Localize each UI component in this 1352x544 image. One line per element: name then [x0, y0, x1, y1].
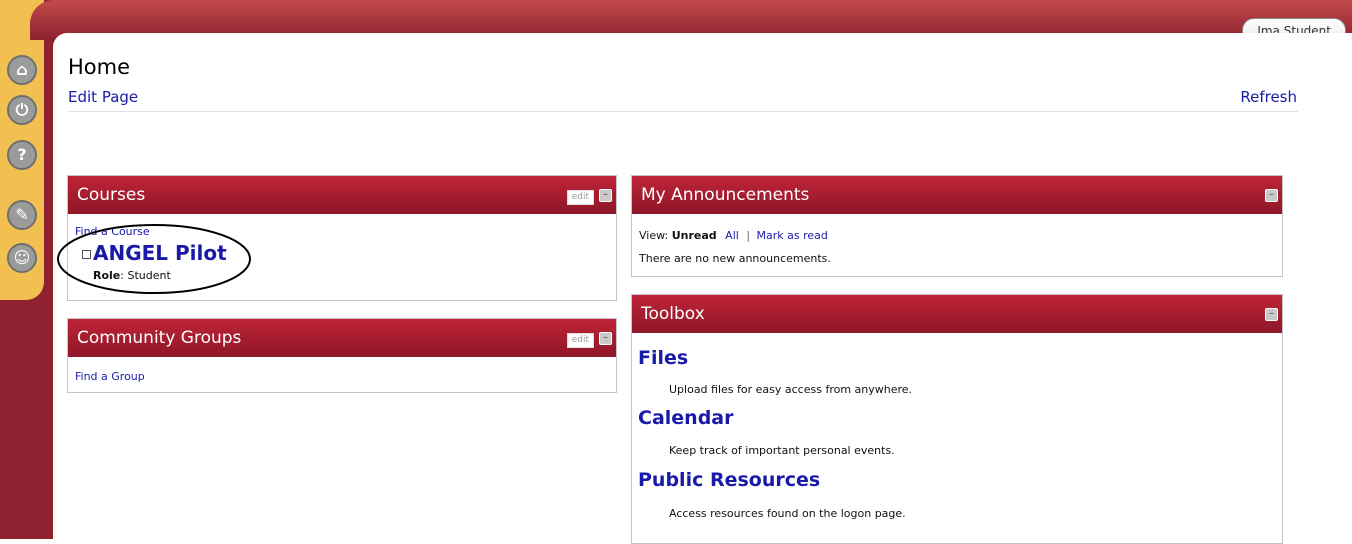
- header-divider: [68, 111, 1298, 112]
- tool-public-resources-link[interactable]: Public Resources: [638, 469, 820, 491]
- courses-collapse-button[interactable]: –: [599, 189, 612, 202]
- courses-panel-header: Courses edit –: [68, 176, 616, 214]
- tool-files-desc: Upload files for easy access from anywhe…: [669, 383, 913, 396]
- chat-icon[interactable]: ☺: [7, 243, 37, 273]
- page-title: Home: [68, 55, 131, 79]
- community-panel-header: Community Groups edit –: [68, 319, 616, 357]
- filter-all-link[interactable]: All: [725, 229, 739, 242]
- toolbox-panel-title: Toolbox: [641, 304, 705, 324]
- tool-calendar-link[interactable]: Calendar: [638, 407, 733, 429]
- community-collapse-button[interactable]: –: [599, 332, 612, 345]
- courses-panel: Courses edit – Find a Course ANGEL Pilot…: [57, 175, 617, 301]
- announcements-view-row: View: Unread All | Mark as read: [639, 229, 828, 242]
- separator: |: [746, 229, 751, 242]
- courses-edit-button[interactable]: edit: [566, 190, 594, 205]
- refresh-link[interactable]: Refresh: [1240, 88, 1297, 106]
- community-panel-title: Community Groups: [77, 328, 242, 348]
- community-edit-button[interactable]: edit: [566, 333, 594, 348]
- highlight-ellipse: [57, 224, 251, 294]
- view-label: View:: [639, 229, 672, 242]
- tool-calendar-desc: Keep track of important personal events.: [669, 444, 895, 457]
- tool-files-link[interactable]: Files: [638, 347, 688, 369]
- toolbox-collapse-button[interactable]: –: [1265, 308, 1278, 321]
- announcements-panel-header: My Announcements –: [632, 176, 1282, 214]
- courses-panel-title: Courses: [77, 185, 146, 205]
- filter-unread[interactable]: Unread: [672, 229, 717, 242]
- community-panel: Community Groups edit – Find a Group: [67, 318, 617, 393]
- toolbox-panel-header: Toolbox –: [632, 295, 1282, 333]
- wrench-icon[interactable]: ✎: [7, 200, 37, 230]
- mark-as-read-link[interactable]: Mark as read: [757, 229, 828, 242]
- power-icon[interactable]: ⏻: [7, 95, 37, 125]
- help-icon[interactable]: ?: [7, 140, 37, 170]
- announcements-collapse-button[interactable]: –: [1265, 189, 1278, 202]
- toolbox-panel: Toolbox – Files Upload files for easy ac…: [631, 294, 1283, 544]
- edit-page-link[interactable]: Edit Page: [68, 88, 138, 106]
- content-area: Home Edit Page Refresh Courses edit – Fi…: [53, 33, 1352, 544]
- announcements-panel-title: My Announcements: [641, 185, 810, 205]
- find-group-link[interactable]: Find a Group: [75, 370, 145, 383]
- announcements-empty-text: There are no new announcements.: [639, 252, 831, 265]
- home-icon[interactable]: ⌂: [7, 55, 37, 85]
- announcements-panel: My Announcements – View: Unread All | Ma…: [631, 175, 1283, 277]
- tool-public-resources-desc: Access resources found on the logon page…: [669, 507, 906, 520]
